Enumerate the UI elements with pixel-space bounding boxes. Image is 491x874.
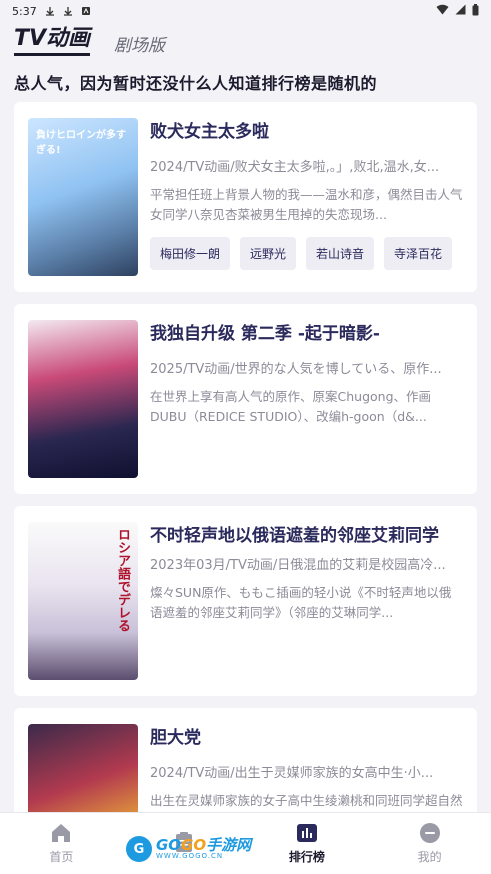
item-meta: 2023年03月/TV动画/日俄混血的艾莉是校园高冷... [150,558,446,573]
item-title: 我独自升级 第二季 -起于暗影- [150,324,380,344]
signal-icon [455,4,466,18]
cast-tag[interactable]: 寺泽百花 [384,237,453,270]
nav-label: 首页 [49,850,74,864]
status-time: 5:37 [12,4,37,18]
bottom-navigation: 首页 排行榜 我的 [0,812,491,874]
item-description: 燦々SUN原作、ももこ插画的轻小说《不时轻声地以俄语遮羞的邻座艾莉同学》（邻座的… [150,585,452,620]
nav-item-profile[interactable]: 我的 [368,813,491,874]
nav-label: 排行榜 [288,850,325,864]
item-title: 胆大党 [150,728,201,748]
cover-image: 負けヒロインが多すぎる! [28,118,138,276]
nav-item-ranking[interactable]: 排行榜 [246,813,369,874]
ranking-list: 負けヒロインが多すぎる! 败犬女主太多啦 2024/TV动画/败犬女主太多啦,。… [14,102,477,860]
list-item[interactable]: ロシア語でデレる 不时轻声地以俄语遮羞的邻座艾莉同学 2023年03月/TV动画… [14,506,477,696]
nav-item-home[interactable]: 首页 [0,813,123,874]
cast-tag[interactable]: 若山诗音 [306,237,375,270]
item-title: 败犬女主太多啦 [150,122,269,142]
profile-icon [419,822,441,844]
cast-tag[interactable]: 梅田修一朗 [150,237,231,270]
item-title: 不时轻声地以俄语遮羞的邻座艾莉同学 [150,526,439,546]
item-meta: 2024/TV动画/出生于灵媒师家族的女高中生·小... [150,766,434,781]
item-meta: 2025/TV动画/世界的な人気を博している、原作... [150,362,442,377]
list-item[interactable]: 負けヒロインが多すぎる! 败犬女主太多啦 2024/TV动画/败犬女主太多啦,。… [14,102,477,292]
item-info: 败犬女主太多啦 2024/TV动画/败犬女主太多啦,。」,败北,温水,女... … [150,118,463,276]
cover-title: 負けヒロインが多すぎる! [36,130,126,156]
item-info: 不时轻声地以俄语遮羞的邻座艾莉同学 2023年03月/TV动画/日俄混血的艾莉是… [150,522,463,680]
cast-tag[interactable]: 远野光 [240,237,297,270]
notification-icon [81,6,91,16]
item-meta: 2024/TV动画/败犬女主太多啦,。」,败北,温水,女... [150,160,440,175]
tab-movie[interactable]: 剧场版 [114,31,165,56]
download-icon [63,6,73,16]
status-bar: 5:37 [0,0,491,22]
battery-icon [472,3,479,19]
list-item[interactable]: 我独自升级 第二季 -起于暗影- 2025/TV动画/世界的な人気を博している、… [14,304,477,494]
tab-tv-anime[interactable]: TV动画 [14,20,91,56]
category-tabs: TV动画 剧场版 [0,22,491,56]
item-description: 在世界上享有高人气的原作、原案Chugong、作画DUBU（REDICE STU… [150,389,432,424]
home-icon [50,822,72,844]
bar-chart-icon [296,822,318,844]
item-description: 平常担任班上背景人物的我——温水和彦，偶然目击人气女同学八奈见杏菜被男生甩掉的失… [150,187,463,222]
cover-image: ロシア語でデレる [28,522,138,680]
clipboard-icon [173,831,195,853]
wifi-icon [436,4,449,18]
cast-tags: 梅田修一朗 远野光 若山诗音 寺泽百花 [150,237,463,270]
cover-image [28,320,138,478]
ranking-notice: 总人气，因为暂时还没什么人知道排行榜是随机的 [14,74,378,93]
download-icon [45,6,55,16]
nav-item-schedule[interactable] [123,813,246,874]
item-info: 我独自升级 第二季 -起于暗影- 2025/TV动画/世界的な人気を博している、… [150,320,463,478]
nav-label: 我的 [417,850,442,864]
cover-title: ロシア語でデレる [115,528,130,632]
